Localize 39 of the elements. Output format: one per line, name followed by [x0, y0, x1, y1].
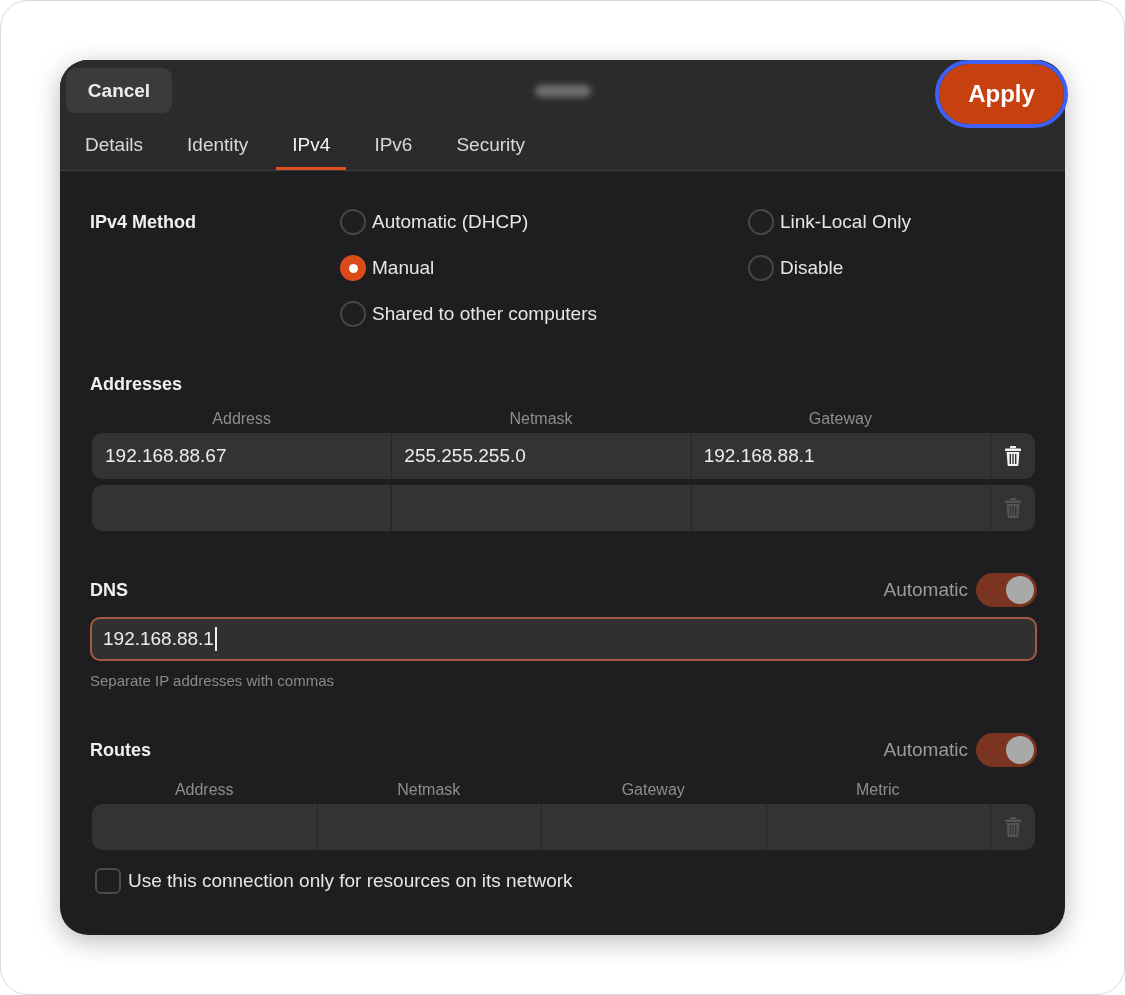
tab[interactable]: Identity	[171, 123, 265, 170]
column-header: Gateway	[807, 409, 873, 429]
column-header: Metric	[854, 780, 901, 800]
method-radio[interactable]: Automatic (DHCP)	[340, 209, 529, 235]
section-heading: Routes	[90, 739, 151, 762]
column-header: Netmask	[508, 409, 574, 429]
text-cursor-icon	[214, 627, 217, 651]
entry-field[interactable]: 192.168.88.1	[690, 433, 990, 479]
tab[interactable]: IPv4	[276, 123, 347, 170]
network-only-checkbox[interactable]: Use this connection only for resources on its network	[95, 868, 573, 894]
tab[interactable]: Security	[440, 123, 542, 170]
trash-icon	[1005, 498, 1021, 518]
section-heading: DNS	[90, 579, 128, 602]
blurred-title	[534, 84, 591, 97]
trash-icon	[1005, 817, 1021, 837]
hint-text: Separate IP addresses with commas	[90, 671, 335, 691]
column-header: Gateway	[620, 780, 686, 800]
method-radio[interactable]: Link-Local Only	[748, 209, 911, 235]
tab[interactable]: IPv6	[358, 123, 429, 170]
automatic-label: Automatic	[883, 739, 968, 761]
column-header: Address	[211, 409, 272, 429]
section-heading: IPv4 Method	[90, 211, 197, 234]
section-heading: Addresses	[90, 373, 184, 396]
trash-icon	[1005, 446, 1021, 466]
method-radio[interactable]: Manual	[340, 255, 435, 281]
automatic-label: Automatic	[883, 579, 968, 601]
apply-button[interactable]: Apply	[935, 60, 1068, 128]
entry-field[interactable]: 192.168.88.67	[92, 433, 392, 479]
automatic-switch[interactable]	[976, 573, 1037, 607]
method-radio[interactable]: Disable	[748, 255, 844, 281]
cancel-button[interactable]: Cancel	[66, 68, 172, 113]
column-header: Address	[173, 780, 235, 800]
entry-field[interactable]: 255.255.255.0	[391, 433, 691, 479]
tab[interactable]: Details	[69, 123, 160, 170]
dns-field[interactable]: 192.168.88.1	[90, 617, 1037, 661]
method-radio[interactable]: Shared to other computers	[340, 301, 597, 327]
delete-button[interactable]	[990, 433, 1035, 479]
column-header: Netmask	[396, 780, 462, 800]
automatic-switch[interactable]	[976, 733, 1037, 767]
